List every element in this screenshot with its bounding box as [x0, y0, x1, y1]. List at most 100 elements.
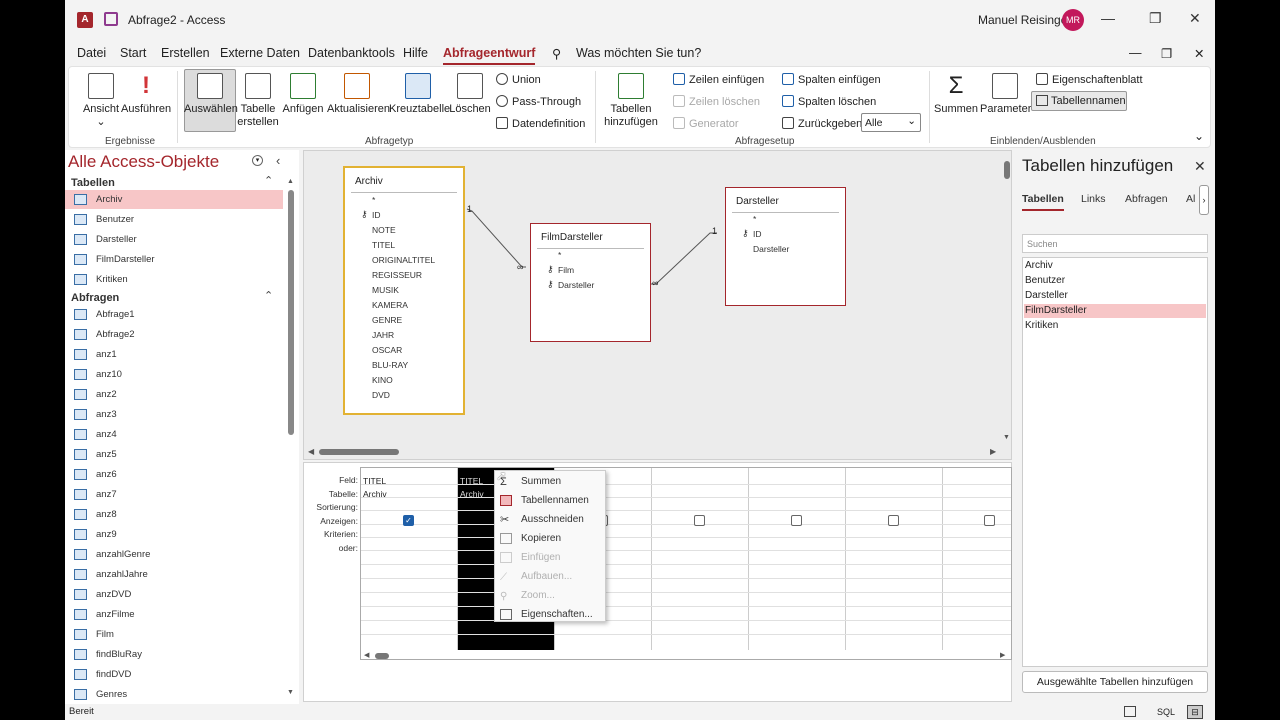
ctx-summen[interactable]: Σ Summen	[495, 472, 607, 491]
ribbon-minimize-icon[interactable]: —	[1129, 46, 1142, 60]
ribbon-close-icon[interactable]: ✕	[1194, 46, 1204, 61]
menu-hilfe[interactable]: Hilfe	[403, 46, 428, 60]
nav-query-item[interactable]: Film	[65, 625, 283, 644]
zeilen-loeschen-button[interactable]: Zeilen löschen	[673, 95, 760, 108]
nav-table-item[interactable]: FilmDarsteller	[65, 250, 283, 269]
scroll-right-arrow-icon[interactable]: ▶	[990, 447, 996, 456]
field-item[interactable]: Darsteller	[558, 280, 594, 290]
tabellen-hinzufuegen-button[interactable]: Tabellen hinzufügen	[602, 73, 660, 129]
anzeigen-checkbox-col4[interactable]	[694, 515, 705, 526]
pane-close-icon[interactable]: ✕	[1194, 158, 1206, 175]
nav-query-item[interactable]: findDVD	[65, 665, 283, 684]
auswaehlen-button[interactable]: Auswählen	[184, 73, 238, 116]
scroll-left-arrow-icon[interactable]: ◀	[308, 447, 314, 456]
save-icon[interactable]	[104, 12, 118, 26]
nav-table-item[interactable]: Benutzer	[65, 210, 283, 229]
spalten-einfuegen-button[interactable]: Spalten einfügen	[782, 73, 881, 86]
menu-erstellen[interactable]: Erstellen	[161, 46, 210, 60]
grid-feld-col2[interactable]: TITEL	[460, 476, 483, 486]
table-darsteller[interactable]: Darsteller * ⚷ ID Darsteller	[725, 187, 846, 306]
nav-menu-chevron-icon[interactable]: ▾	[252, 155, 263, 166]
field-item[interactable]: KINO	[372, 375, 393, 385]
nav-query-item[interactable]: anzDVD	[65, 585, 283, 604]
scroll-left-arrow-icon[interactable]: ◀	[364, 651, 369, 659]
field-item[interactable]: REGISSEUR	[372, 270, 422, 280]
field-item[interactable]: Darsteller	[753, 244, 789, 254]
ctx-einfuegen[interactable]: Einfügen	[495, 548, 607, 567]
field-item[interactable]: GENRE	[372, 315, 402, 325]
nav-query-item[interactable]: Genres	[65, 685, 283, 704]
nav-query-item[interactable]: anzahlJahre	[65, 565, 283, 584]
pass-through-button[interactable]: Pass-Through	[496, 95, 581, 108]
ctx-aufbauen[interactable]: ⟋ Aufbauen...	[495, 567, 607, 586]
nav-query-item[interactable]: anz2	[65, 385, 283, 404]
menu-externe-daten[interactable]: Externe Daten	[220, 46, 300, 60]
ctx-eigenschaften[interactable]: Eigenschaften...	[495, 605, 607, 624]
field-item[interactable]: JAHR	[372, 330, 394, 340]
nav-section-abfragen[interactable]: Abfragen	[71, 292, 119, 304]
anzeigen-checkbox-col7[interactable]	[984, 515, 995, 526]
pane-tabs-scroll-right-icon[interactable]: ›	[1199, 185, 1209, 215]
nav-query-item[interactable]: anzahlGenre	[65, 545, 283, 564]
scroll-right-arrow-icon[interactable]: ▶	[1000, 651, 1005, 659]
nav-table-item[interactable]: Kritiken	[65, 270, 283, 289]
nav-query-item[interactable]: anz3	[65, 405, 283, 424]
pane-table-item[interactable]: Benutzer	[1024, 274, 1206, 288]
pane-table-item[interactable]: Archiv	[1024, 259, 1206, 273]
field-item[interactable]: TITEL	[372, 240, 395, 250]
datendefinition-button[interactable]: Datendefinition	[496, 117, 585, 130]
pane-search-input[interactable]: Suchen	[1022, 234, 1208, 253]
summen-button[interactable]: Σ Summen	[934, 73, 978, 116]
menu-datei[interactable]: Datei	[77, 46, 106, 60]
design-hscroll-thumb[interactable]	[319, 449, 399, 455]
table-filmdarsteller[interactable]: FilmDarsteller * ⚷ Film ⚷ Darsteller	[530, 223, 651, 342]
nav-query-item[interactable]: Abfrage1	[65, 305, 283, 324]
pane-tab-tabellen[interactable]: Tabellen	[1022, 193, 1064, 211]
scroll-up-arrow-icon[interactable]: ▲	[287, 178, 294, 185]
nav-query-item[interactable]: Abfrage2	[65, 325, 283, 344]
nav-query-item[interactable]: anzFilme	[65, 605, 283, 624]
minimize-icon[interactable]: —	[1101, 10, 1115, 26]
nav-scrollbar[interactable]: ▲ ▼	[287, 178, 295, 702]
pane-tab-abfragen[interactable]: Abfragen	[1125, 193, 1168, 205]
nav-section-tabellen[interactable]: Tabellen	[71, 177, 115, 189]
ausfuehren-button[interactable]: ! Ausführen	[121, 73, 171, 116]
design-view-icon[interactable]: ⊟	[1187, 705, 1203, 719]
grid-feld-col1[interactable]: TITEL	[363, 476, 386, 486]
grid-tabelle-col2[interactable]: Archiv	[460, 489, 484, 499]
nav-query-item[interactable]: anz8	[65, 505, 283, 524]
scroll-down-arrow-icon[interactable]: ▼	[1003, 434, 1010, 441]
anfuegen-button[interactable]: Anfügen	[281, 73, 325, 116]
generator-button[interactable]: Generator	[673, 117, 739, 130]
scroll-down-arrow-icon[interactable]: ▼	[287, 689, 294, 696]
add-selected-tables-button[interactable]: Ausgewählte Tabellen hinzufügen	[1022, 671, 1208, 693]
nav-query-item[interactable]: findBluRay	[65, 645, 283, 664]
field-item[interactable]: *	[753, 214, 756, 224]
pane-table-item[interactable]: FilmDarsteller	[1024, 304, 1206, 318]
nav-query-item[interactable]: anz1	[65, 345, 283, 364]
field-item[interactable]: ORIGINALTITEL	[372, 255, 435, 265]
ctx-zoom[interactable]: ⚲ Zoom...	[495, 586, 607, 605]
grid-tabelle-col1[interactable]: Archiv	[363, 489, 387, 499]
union-button[interactable]: Union	[496, 73, 541, 86]
table-archiv[interactable]: Archiv * ⚷ ID NOTE TITEL ORIGINALTITEL REGISSE…	[343, 166, 465, 415]
field-item[interactable]: KAMERA	[372, 300, 408, 310]
nav-query-item[interactable]: anz7	[65, 485, 283, 504]
field-item[interactable]: MUSIK	[372, 285, 399, 295]
ctx-kopieren[interactable]: Kopieren	[495, 529, 607, 548]
user-name[interactable]: Manuel Reisinger	[978, 13, 1071, 27]
nav-collapse-icon[interactable]: ‹	[276, 153, 280, 168]
field-item[interactable]: DVD	[372, 390, 390, 400]
nav-table-item[interactable]: Archiv	[65, 190, 283, 209]
nav-table-item[interactable]: Darsteller	[65, 230, 283, 249]
search-icon[interactable]: ⚲	[552, 46, 561, 61]
nav-title[interactable]: Alle Access-Objekte	[68, 152, 219, 172]
menu-datenbanktools[interactable]: Datenbanktools	[308, 46, 395, 60]
anzeigen-checkbox-col5[interactable]	[791, 515, 802, 526]
pane-table-item[interactable]: Kritiken	[1024, 319, 1206, 333]
loeschen-button[interactable]: Löschen	[449, 73, 491, 116]
ctx-tabellennamen[interactable]: Tabellennamen	[495, 491, 607, 510]
spalten-loeschen-button[interactable]: Spalten löschen	[782, 95, 876, 108]
tabelle-erstellen-button[interactable]: Tabelle erstellen	[237, 73, 279, 129]
menu-start[interactable]: Start	[120, 46, 146, 60]
